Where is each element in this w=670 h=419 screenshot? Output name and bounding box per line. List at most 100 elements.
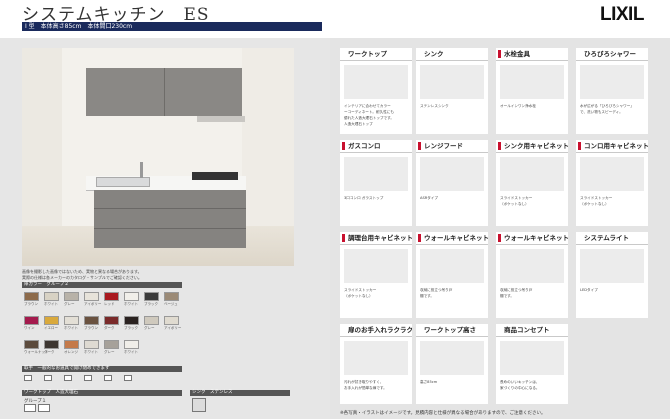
door-color-swatch[interactable] <box>64 292 79 301</box>
card-accent <box>418 142 421 150</box>
card-image <box>500 341 564 375</box>
door-color-swatch[interactable] <box>84 292 99 301</box>
door-color-swatch[interactable] <box>124 340 139 349</box>
swatch-label: グレー <box>104 350 115 354</box>
swatch-label: グレー <box>64 302 75 306</box>
card-text: スライドストッカー <box>344 288 377 292</box>
card-header: ウォールキャビネット <box>496 232 568 245</box>
door-color-swatch[interactable] <box>104 292 119 301</box>
feature-card: 扉のお手入れラクラク 汚れが拭き取りやすく、 お手入れが簡単な扉です。 <box>340 324 412 404</box>
feature-card: ひろびろシャワー 水が広がる「ひろびろシャワー」 で、洗い物もスピーディ。 <box>576 48 648 134</box>
door-color-swatch[interactable] <box>84 340 99 349</box>
upper-cabinet <box>86 68 242 116</box>
header: システムキッチン ES LIXIL I 型 本体高さ85cm 本体間口230cm <box>0 0 670 34</box>
render-note: 画像を撮影した画像ではないため、実物と異なる場合があります。 実際の仕様は各メー… <box>22 269 142 280</box>
card-text: 水が広がる「ひろびろシャワー」 <box>580 104 634 108</box>
card-title: 調理台用キャビネット <box>348 234 412 242</box>
feature-card: コンロ用キャビネット スライドストッカー （ポケットなし） <box>576 140 648 226</box>
card-header: シンク用キャビネット <box>496 140 568 153</box>
worktop-swatch[interactable] <box>24 404 36 412</box>
card-title: シンク用キャビネット <box>504 142 568 150</box>
card-text: 棚です。 <box>420 294 435 298</box>
card-header: システムライト <box>576 232 648 245</box>
card-text: LEDタイプ <box>580 288 598 292</box>
door-color-swatch[interactable] <box>144 316 159 325</box>
card-header: ひろびろシャワー <box>576 48 648 61</box>
handle-option[interactable] <box>104 375 112 381</box>
handle-option[interactable] <box>64 375 72 381</box>
door-color-swatch[interactable] <box>124 316 139 325</box>
card-image <box>420 65 484 99</box>
swatch-label: オレンジ <box>64 350 78 354</box>
door-color-swatch[interactable] <box>64 316 79 325</box>
door-color-swatch[interactable] <box>44 292 59 301</box>
swatch-label: レッド <box>104 302 115 306</box>
sink <box>96 177 150 187</box>
kitchen-render <box>22 48 294 266</box>
door-color-swatch[interactable] <box>24 340 39 349</box>
feature-card: シンク用キャビネット スライドストッカー （ポケットなし） <box>496 140 568 226</box>
card-title: シンク <box>424 50 444 58</box>
handle-option[interactable] <box>44 375 52 381</box>
feature-card: システムライト LEDタイプ <box>576 232 648 318</box>
door-color-swatch[interactable] <box>44 316 59 325</box>
card-text: 棚です。 <box>500 294 515 298</box>
card-title: ガスコンロ <box>348 142 381 150</box>
card-header: レンジフード <box>416 140 488 153</box>
card-header: ワークトップ高さ <box>416 324 488 337</box>
door-color-swatch[interactable] <box>164 292 179 301</box>
card-title: ワークトップ <box>348 50 387 58</box>
card-text: 長めのいいキッチンは、 <box>500 380 540 384</box>
swatch-label: ブラック <box>124 326 138 330</box>
stove <box>192 172 238 180</box>
swatch-label: ホワイト <box>44 302 58 306</box>
card-image <box>344 249 408 283</box>
card-text: 家づくりの中心になる。 <box>500 386 540 390</box>
card-text: お手入れが簡単な扉です。 <box>344 386 387 390</box>
card-image <box>580 157 644 191</box>
card-title: ウォールキャビネット <box>504 234 568 242</box>
card-text: 人造大理石トップ <box>344 122 373 126</box>
card-header: コンロ用キャビネット <box>576 140 648 153</box>
swatch-label: ブラック <box>144 302 158 306</box>
swatch-label: ホワイト <box>64 326 78 330</box>
door-color-swatch[interactable] <box>24 292 39 301</box>
card-title: ウォールキャビネット <box>424 234 488 242</box>
card-accent <box>498 234 501 242</box>
card-image <box>344 157 408 191</box>
door-color-swatch[interactable] <box>104 340 119 349</box>
handle-option[interactable] <box>84 375 92 381</box>
door-color-swatch[interactable] <box>124 292 139 301</box>
handle-option[interactable] <box>24 375 32 381</box>
spec-text: I 型 本体高さ85cm 本体間口230cm <box>25 23 133 30</box>
swatch-label: ホワイト <box>84 350 98 354</box>
card-accent <box>342 234 345 242</box>
door-color-swatch[interactable] <box>104 316 119 325</box>
door-color-swatch[interactable] <box>44 340 59 349</box>
card-image <box>420 341 484 375</box>
swatch-label: グレー <box>144 326 155 330</box>
handle-option[interactable] <box>124 375 132 381</box>
card-image <box>500 65 564 99</box>
door-color-header: 扉カラー グループ２ <box>22 282 182 288</box>
card-text: スライドストッカー <box>580 196 613 200</box>
card-text: （ポケットなし） <box>344 294 373 298</box>
card-accent <box>498 50 501 58</box>
feature-card: ガスコンロ 3口コンロ ガラストップ <box>340 140 412 226</box>
card-header: 水栓金具 <box>496 48 568 61</box>
door-color-swatch[interactable] <box>144 292 159 301</box>
door-color-swatch[interactable] <box>84 316 99 325</box>
door-color-swatch[interactable] <box>64 340 79 349</box>
worktop-swatch[interactable] <box>38 404 50 412</box>
card-header: 扉のお手入れラクラク <box>340 324 412 337</box>
card-image <box>500 249 564 283</box>
card-image <box>344 65 408 99</box>
door-color-swatch[interactable] <box>164 316 179 325</box>
card-image <box>580 249 644 283</box>
sink-swatch[interactable] <box>192 398 206 412</box>
card-title: 商品コンセプト <box>504 326 550 334</box>
card-title: 水栓金具 <box>504 50 530 58</box>
feature-card: シンク ステンレスシンク <box>416 48 488 134</box>
card-text: スライドストッカー <box>500 196 533 200</box>
door-color-swatch[interactable] <box>24 316 39 325</box>
